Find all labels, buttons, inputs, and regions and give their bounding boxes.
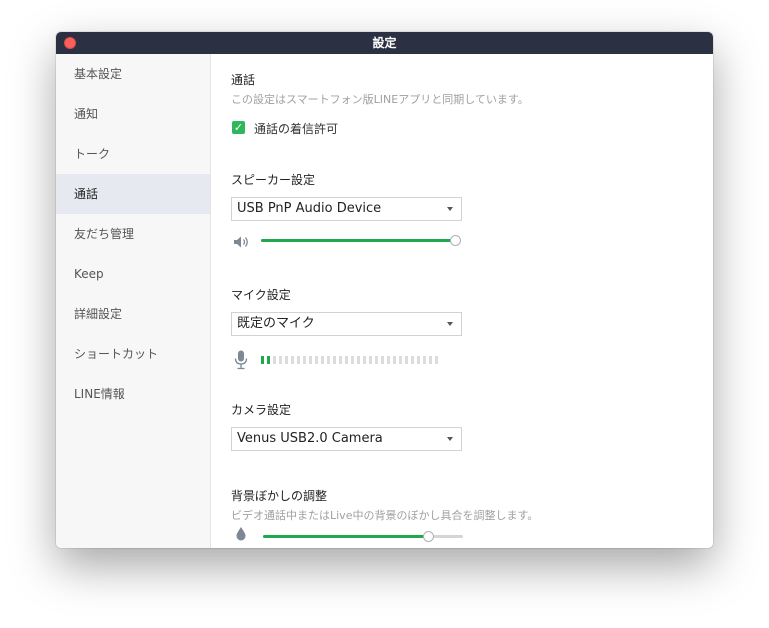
mic-level-segment [291,356,294,364]
sidebar-item-label: 詳細設定 [74,307,123,321]
sidebar-item-notifications[interactable]: 通知 [56,94,210,134]
speaker-section-title: スピーカー設定 [231,173,316,187]
call-section-title: 通話 [231,73,256,87]
mic-level-segment [321,356,324,364]
camera-device-select[interactable]: Venus USB2.0 Camera [231,427,462,451]
microphone-icon [234,350,248,370]
mic-level-segment [381,356,384,364]
mic-level-segment [351,356,354,364]
mic-level-segment [315,356,318,364]
mic-level-segment [327,356,330,364]
mic-level-segment [309,356,312,364]
sidebar-item-chats[interactable]: トーク [56,134,210,174]
sidebar-item-label: トーク [74,147,111,161]
mic-level-segment [375,356,378,364]
sidebar-item-label: LINE情報 [74,387,125,401]
mic-section-title: マイク設定 [231,288,291,302]
mic-level-segment [417,356,420,364]
speaker-volume-icon [233,234,251,248]
mic-level-segment [303,356,306,364]
sidebar-item-label: ショートカット [74,347,159,361]
mic-level-segment [423,356,426,364]
mic-level-segment [435,356,438,364]
speaker-device-value: USB PnP Audio Device [237,201,382,216]
sidebar-item-advanced[interactable]: 詳細設定 [56,294,210,334]
mic-level-segment [399,356,402,364]
speaker-volume-handle[interactable] [450,235,461,246]
chevron-down-icon [447,207,453,211]
camera-section-title: カメラ設定 [231,403,292,417]
camera-device-value: Venus USB2.0 Camera [237,431,383,446]
sidebar-item-basic[interactable]: 基本設定 [56,54,210,94]
speaker-volume-slider[interactable] [261,235,461,246]
sidebar-item-label: 基本設定 [74,67,123,81]
mic-level-segment [339,356,342,364]
mic-level-segment [363,356,366,364]
mic-device-value: 既定のマイク [237,316,315,331]
speaker-device-select[interactable]: USB PnP Audio Device [231,197,462,221]
sidebar-item-friends[interactable]: 友だち管理 [56,214,210,254]
blur-section-title: 背景ぼかしの調整 [231,489,328,503]
sidebar-item-label: 通話 [74,187,99,201]
blur-level-slider[interactable] [263,531,463,542]
call-sync-description: この設定はスマートフォン版LINEアプリと同期しています。 [231,93,529,106]
speaker-volume-fill [261,239,456,242]
allow-incoming-label: 通話の着信許可 [254,122,339,136]
sidebar-item-label: 通知 [74,107,99,121]
mic-level-segment [333,356,336,364]
mic-level-segment [261,356,264,364]
sidebar-item-label: Keep [74,267,104,281]
mic-level-segment [411,356,414,364]
sidebar-item-calls[interactable]: 通話 [56,174,210,214]
mic-level-meter [261,356,438,364]
blur-level-handle[interactable] [423,531,434,542]
mic-level-segment [285,356,288,364]
mic-level-segment [393,356,396,364]
mic-device-select[interactable]: 既定のマイク [231,312,462,336]
chevron-down-icon [447,322,453,326]
checkmark-icon: ✓ [233,121,244,134]
mic-level-segment [357,356,360,364]
allow-incoming-checkbox[interactable]: ✓ [232,121,245,134]
window-title: 設定 [372,36,397,50]
mic-level-segment [267,356,270,364]
sidebar: 基本設定 通知 トーク 通話 友だち管理 Keep 詳細設定 ショートカット L… [56,54,211,548]
mic-level-segment [387,356,390,364]
mic-level-segment [273,356,276,364]
mic-level-segment [345,356,348,364]
sidebar-item-label: 友だち管理 [74,227,135,241]
close-window-button[interactable] [64,37,76,49]
sidebar-item-shortcuts[interactable]: ショートカット [56,334,210,374]
settings-window: 設定 基本設定 通知 トーク 通話 友だち管理 Keep 詳細設定 ショートカッ… [56,32,713,548]
droplet-icon [235,526,247,541]
mic-level-segment [405,356,408,364]
sidebar-item-about[interactable]: LINE情報 [56,374,210,414]
blur-description: ビデオ通話中またはLive中の背景のぼかし具合を調整します。 [231,509,539,522]
mic-level-segment [369,356,372,364]
blur-level-fill [263,535,429,538]
title-bar: 設定 [56,32,713,54]
chevron-down-icon [447,437,453,441]
mic-level-segment [297,356,300,364]
mic-level-segment [429,356,432,364]
sidebar-item-keep[interactable]: Keep [56,254,210,294]
settings-panel: 通話 この設定はスマートフォン版LINEアプリと同期しています。 ✓ 通話の着信… [231,54,713,548]
mic-level-segment [279,356,282,364]
